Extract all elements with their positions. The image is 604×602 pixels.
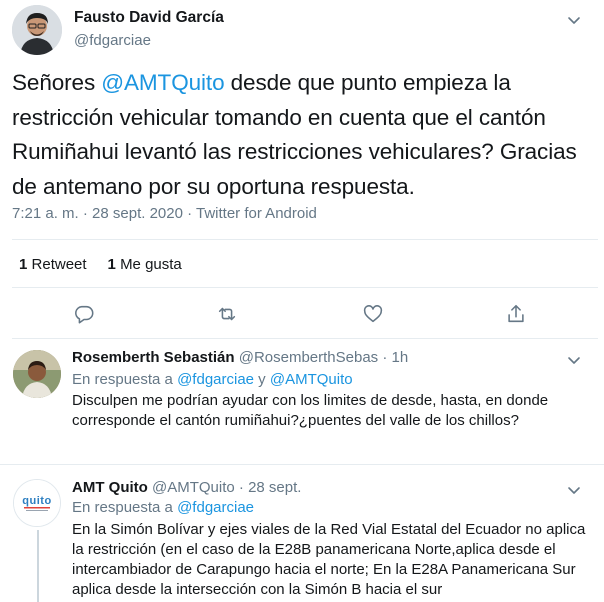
reply-context-join: y xyxy=(254,371,270,388)
mention-link[interactable]: @fdgarciae xyxy=(177,499,254,516)
tweet-text: Señores @AMTQuito desde que punto empiez… xyxy=(12,66,598,204)
logo-text: quito xyxy=(22,495,51,507)
reply-context: En respuesta a @fdgarciae xyxy=(72,499,254,516)
reply-handle-time[interactable]: @AMTQuito · 28 sept. xyxy=(152,479,301,496)
tweet-text-start: Señores xyxy=(12,70,102,95)
tweet-stats: 1 Retweet 1 Me gusta xyxy=(19,256,182,273)
reply-text: Disculpen me podrían ayudar con los limi… xyxy=(72,392,549,429)
reply-avatar[interactable] xyxy=(13,350,61,398)
reply-context-prefix: En respuesta a xyxy=(72,499,178,516)
reply-handle-time[interactable]: @RosemberthSebas · 1h xyxy=(239,349,408,366)
divider xyxy=(12,287,598,288)
like-label: Me gusta xyxy=(120,256,182,273)
tweet-timestamp[interactable]: 7:21 a. m. · 28 sept. 2020 · Twitter for… xyxy=(12,205,317,222)
chevron-down-icon[interactable] xyxy=(566,12,582,28)
reply-header: Rosemberth Sebastián @RosemberthSebas · … xyxy=(72,349,408,366)
tweet-actions xyxy=(0,303,604,327)
chevron-down-icon[interactable] xyxy=(566,482,582,498)
share-icon[interactable] xyxy=(505,303,529,327)
divider xyxy=(0,464,604,465)
retweet-count: 1 xyxy=(19,256,28,273)
like-stat[interactable]: 1 Me gusta xyxy=(108,256,182,273)
retweet-icon[interactable] xyxy=(216,303,240,327)
author-name[interactable]: Fausto David García xyxy=(74,9,224,27)
reply-author-name[interactable]: Rosemberth Sebastián xyxy=(72,349,235,366)
like-count: 1 xyxy=(107,256,116,273)
retweet-label: Retweet xyxy=(31,256,87,273)
divider xyxy=(12,239,598,240)
thread-line xyxy=(37,530,39,602)
retweet-stat[interactable]: 1 Retweet xyxy=(19,256,87,273)
chevron-down-icon[interactable] xyxy=(566,352,582,368)
reply-context-prefix: En respuesta a xyxy=(72,371,178,388)
reply-header: AMT Quito @AMTQuito · 28 sept. xyxy=(72,479,301,496)
reply-context: En respuesta a @fdgarciae y @AMTQuito xyxy=(72,371,353,388)
like-icon[interactable] xyxy=(362,303,386,327)
mention-link[interactable]: @AMTQuito xyxy=(270,371,353,388)
author-handle[interactable]: @fdgarciae xyxy=(74,32,151,49)
divider xyxy=(12,338,598,339)
reply-avatar[interactable]: quito xyxy=(13,479,61,527)
mention-link[interactable]: @fdgarciae xyxy=(177,371,254,388)
mention-link[interactable]: @AMTQuito xyxy=(101,70,224,95)
reply-author-name[interactable]: AMT Quito xyxy=(72,479,148,496)
author-avatar[interactable] xyxy=(12,5,62,55)
reply-text: En la Simón Bolívar y ejes viales de la … xyxy=(72,521,586,598)
reply-icon[interactable] xyxy=(73,303,97,327)
